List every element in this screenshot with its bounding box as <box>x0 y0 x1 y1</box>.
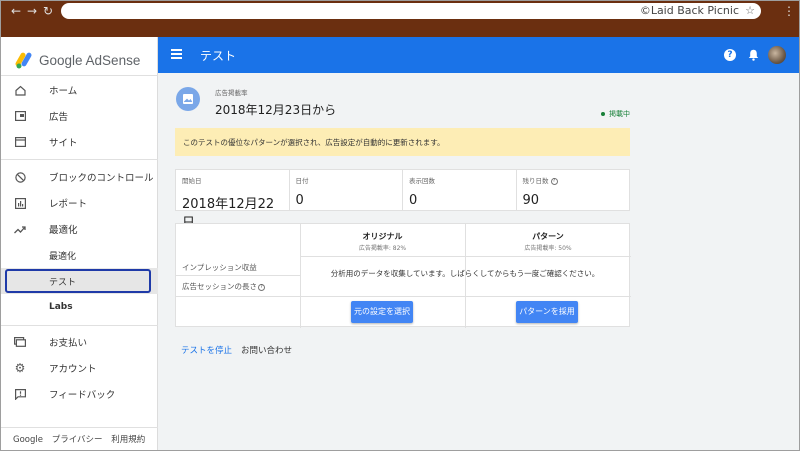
adsense-logo[interactable]: Google AdSense <box>15 45 140 75</box>
ads-icon <box>14 110 26 122</box>
stat-value: 0 <box>409 193 418 208</box>
sidebar-item-blocking-controls[interactable]: ブロックのコントロール <box>1 164 158 190</box>
adsense-logo-icon <box>15 51 33 69</box>
sidebar-subitem-optimization[interactable]: 最適化 <box>1 242 158 268</box>
sidebar-item-account[interactable]: ⚙ アカウント <box>1 355 158 381</box>
footer-terms-link[interactable]: 利用規約 <box>111 435 145 445</box>
hamburger-menu-icon[interactable] <box>171 49 182 59</box>
select-original-button[interactable]: 元の設定を選択 <box>351 301 413 323</box>
sidebar-item-label: 広告 <box>49 112 69 123</box>
sidebar-item-payments[interactable]: お支払い <box>1 329 158 355</box>
stat-start-date: 開始日 2018年12月22日 <box>176 170 290 231</box>
status-badge: 掲載中 <box>601 109 630 119</box>
account-avatar[interactable] <box>768 46 786 64</box>
reload-icon[interactable]: ↻ <box>41 3 55 19</box>
experiment-header: 広告掲載率 2018年12月23日から 掲載中 <box>176 81 630 121</box>
stat-label: 表示回数 <box>409 177 435 185</box>
brand-name: Google AdSense <box>39 52 141 68</box>
experiment-type-label: 広告掲載率 <box>215 89 248 97</box>
sidebar-item-home[interactable]: ホーム <box>1 77 158 103</box>
sidebar-subitem-labs[interactable]: Labs <box>1 294 158 320</box>
status-text: 掲載中 <box>609 110 630 118</box>
settings-icon: ⚙ <box>14 361 26 375</box>
sidebar: Google AdSense ホーム 広告 サイト ブロックのコントロール レポ… <box>1 37 158 450</box>
sidebar-item-label: お支払い <box>49 338 88 349</box>
selection-highlight <box>5 269 151 293</box>
stat-label: 残り日数 ? <box>523 175 624 185</box>
experiment-start-text: 2018年12月23日から <box>215 103 337 117</box>
column-original-title: オリジナル <box>362 232 403 241</box>
sidebar-item-label: フィードバック <box>49 390 116 401</box>
footer-google: Google <box>13 435 43 445</box>
column-variant-title: パターン <box>532 232 564 241</box>
sidebar-item-optimization[interactable]: 最適化 <box>1 216 158 242</box>
help-icon[interactable]: ? <box>724 49 736 61</box>
home-icon <box>14 84 26 96</box>
sidebar-item-label: レポート <box>49 199 88 210</box>
column-original-subtitle: 広告掲載率: 82% <box>358 245 407 252</box>
app-header: テスト ? <box>158 37 799 73</box>
forward-icon[interactable]: → <box>25 3 39 19</box>
row-label-text: 広告セッションの長さ <box>182 282 257 291</box>
block-icon <box>14 171 26 183</box>
window: ← → ↻ ©Laid Back Picnic ☆ ⋮ Google AdSen… <box>0 0 800 451</box>
stat-days-remaining: 残り日数 ? 90 <box>517 170 630 210</box>
contact-link[interactable]: お問い合わせ <box>241 344 292 356</box>
stat-label-text: 残り日数 <box>522 177 549 185</box>
stats-row: 開始日 2018年12月22日 日付 0 表示回数 0 残り日数 ? 90 <box>175 169 630 231</box>
sidebar-footer: Google プライバシー 利用規約 <box>13 433 151 445</box>
stop-experiment-link[interactable]: テストを停止 <box>181 344 232 356</box>
back-icon[interactable]: ← <box>9 3 23 19</box>
sidebar-item-sites[interactable]: サイト <box>1 129 158 155</box>
sidebar-item-label: ホーム <box>49 86 78 97</box>
stat-value: 0 <box>295 193 304 208</box>
sidebar-item-reports[interactable]: レポート <box>1 190 158 216</box>
sidebar-subitem-label: Labs <box>49 302 73 312</box>
sidebar-item-label: ブロックのコントロール <box>49 173 154 184</box>
report-icon <box>14 197 26 209</box>
help-circle-icon[interactable]: ? <box>550 177 558 185</box>
info-banner: このテストの優位なパターンが選択され、広告設定が自動的に更新されます。 <box>175 128 630 156</box>
image-icon <box>176 87 200 111</box>
adopt-variant-button[interactable]: パターンを採用 <box>516 301 578 323</box>
sidebar-item-label: サイト <box>49 138 78 149</box>
sidebar-item-feedback[interactable]: フィードバック <box>1 381 158 407</box>
browser-menu-icon[interactable]: ⋮ <box>783 3 795 19</box>
sidebar-item-ads[interactable]: 広告 <box>1 103 158 129</box>
page-title: テスト <box>200 49 237 63</box>
comparison-table: オリジナル 広告掲載率: 82% パターン 広告掲載率: 50% インプレッショ… <box>175 223 631 328</box>
payments-icon <box>14 336 26 348</box>
row-label-session-length: 広告セッションの長さ? <box>182 281 265 292</box>
browser-chrome: ← → ↻ ©Laid Back Picnic ☆ ⋮ <box>1 1 799 37</box>
collecting-data-message: 分析用のデータを収集しています。しばらくしてからもう一度ご確認ください。 <box>330 269 600 278</box>
stat-days: 日付 0 <box>290 170 403 210</box>
stat-value: 90 <box>522 193 540 208</box>
footer-privacy-link[interactable]: プライバシー <box>52 435 103 445</box>
notifications-bell-icon[interactable] <box>748 49 759 64</box>
sidebar-item-label: アカウント <box>49 364 97 375</box>
status-dot-icon <box>601 112 605 116</box>
stat-label: 日付 <box>295 177 309 185</box>
sites-icon <box>14 136 26 148</box>
help-circle-icon[interactable]: ? <box>258 283 265 291</box>
bookmark-star-icon[interactable]: ☆ <box>745 3 755 19</box>
stat-label: 開始日 <box>182 177 202 185</box>
sidebar-item-label: 最適化 <box>49 225 78 236</box>
trending-icon <box>14 223 26 235</box>
column-variant-subtitle: 広告掲載率: 50% <box>524 245 572 252</box>
stat-impressions: 表示回数 0 <box>403 170 517 210</box>
feedback-icon <box>14 388 26 400</box>
row-label-impression-revenue: インプレッション収益 <box>182 263 257 272</box>
url-text: ©Laid Back Picnic <box>639 4 739 17</box>
address-bar[interactable]: ©Laid Back Picnic ☆ <box>61 3 761 19</box>
sidebar-subitem-label: 最適化 <box>49 251 77 262</box>
